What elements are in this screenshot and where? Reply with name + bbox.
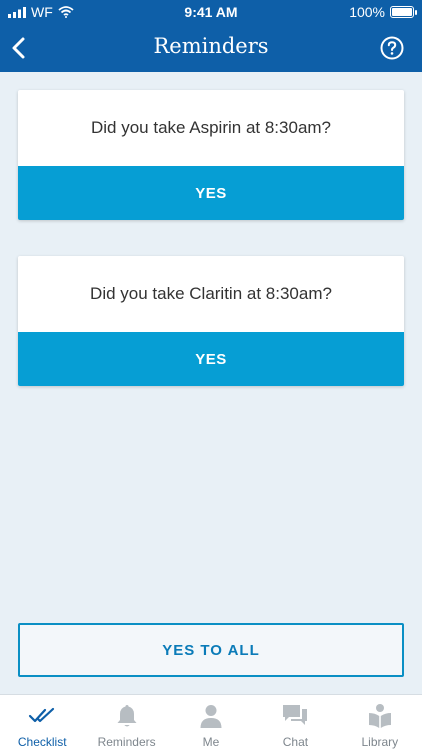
bell-icon — [117, 705, 137, 727]
battery-percent: 100% — [349, 4, 385, 20]
nav-bar: Reminders — [0, 24, 422, 72]
tab-label: Checklist — [17, 735, 67, 749]
tab-library[interactable]: Library — [338, 695, 422, 750]
battery-icon — [390, 6, 417, 18]
reminder-card: Did you take Aspirin at 8:30am? YES — [18, 90, 404, 220]
tab-chat[interactable]: Chat — [253, 695, 337, 750]
tab-label: Library — [361, 735, 399, 749]
page-title: Reminders — [153, 34, 269, 58]
double-check-icon — [29, 707, 55, 723]
tab-label: Reminders — [97, 735, 156, 749]
yes-to-all-button[interactable]: YES TO ALL — [18, 623, 404, 677]
chat-bubbles-icon — [283, 705, 308, 725]
tab-label: Me — [202, 735, 220, 749]
book-icon — [368, 704, 391, 728]
reminder-question: Did you take Aspirin at 8:30am? — [90, 118, 332, 137]
question-circle-icon[interactable] — [380, 36, 404, 60]
yes-button[interactable]: YES — [18, 332, 404, 386]
status-right: 100% — [349, 4, 417, 20]
status-bar: WF 9:41 AM 100% — [0, 0, 422, 24]
reminder-card: Did you take Claritin at 8:30am? YES — [18, 256, 404, 386]
tab-label: Chat — [282, 735, 309, 749]
yes-button[interactable]: YES — [18, 166, 404, 220]
reminder-question: Did you take Claritin at 8:30am? — [90, 284, 332, 303]
tab-reminders[interactable]: Reminders — [84, 695, 168, 750]
tab-checklist[interactable]: Checklist — [0, 695, 84, 750]
person-icon — [200, 705, 222, 728]
tab-me[interactable]: Me — [169, 695, 253, 750]
tab-bar: Checklist Reminders Me Chat Library — [0, 694, 422, 750]
